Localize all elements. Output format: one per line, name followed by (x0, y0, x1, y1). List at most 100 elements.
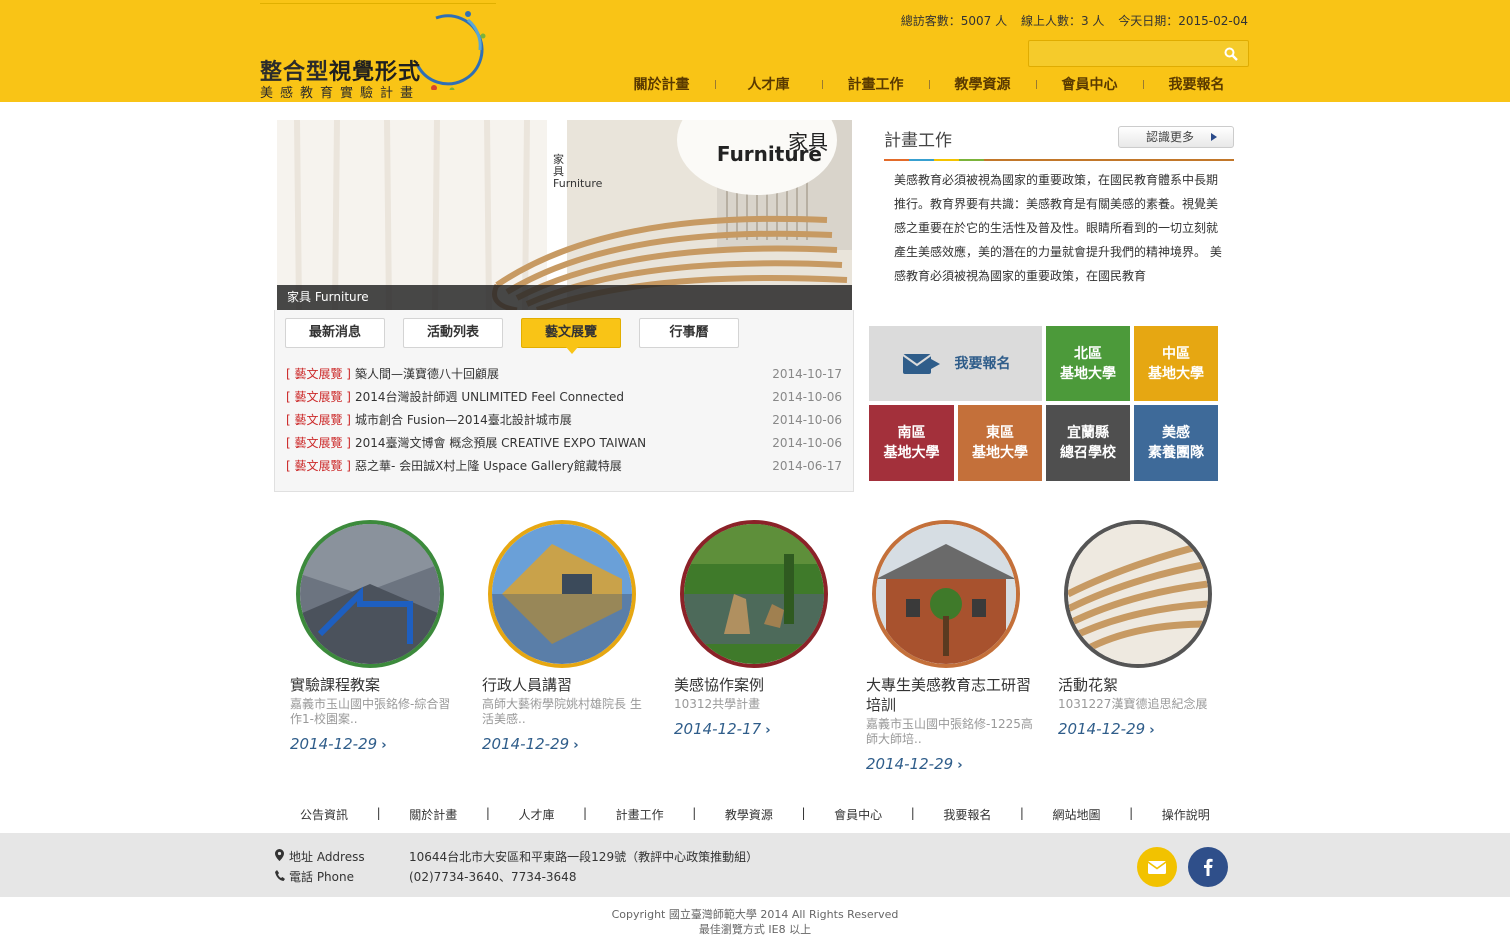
tile-line: 基地大學 (1060, 365, 1116, 382)
list-item[interactable]: [ 藝文展覽 ] 2014臺灣文博會 概念預展 CREATIVE EXPO TA… (286, 432, 842, 455)
card-date-link[interactable]: 2014-12-29 › (290, 735, 460, 753)
news-panel: 最新消息 活動列表 藝文展覽 行事曆 [ 藝文展覽 ] 築人間—漢寶德八十回顧展… (274, 310, 854, 492)
footer-link-signup[interactable]: 我要報名 (943, 806, 991, 823)
card-title[interactable]: 實驗課程教案 (290, 675, 460, 695)
card-admin-training: 行政人員講習 高師大藝術學院姚村雄院長 生活美感.. 2014-12-29 › (482, 520, 652, 753)
browser-note: 最佳瀏覽方式 IE8 以上 (698, 923, 812, 936)
list-item[interactable]: [ 藝文展覽 ] 築人間—漢寶德八十回顧展 2014-10-17 (286, 363, 842, 386)
footer-link-members[interactable]: 會員中心 (834, 806, 882, 823)
footer-link-resources[interactable]: 教學資源 (725, 806, 773, 823)
phone-row: 電話 Phone (02)7734-3640、7734-3648 (275, 868, 576, 885)
tile-line: 北區 (1074, 345, 1102, 362)
chevron-right-icon: › (573, 738, 579, 753)
card-image[interactable] (1064, 520, 1212, 668)
slide-caption: 家具 Furniture (277, 285, 852, 310)
card-image[interactable] (680, 520, 828, 668)
news-title[interactable]: 2014台灣設計師週 UNLIMITED Feel Connected (355, 386, 772, 409)
card-date-link[interactable]: 2014-12-29 › (1058, 720, 1228, 738)
news-tag: [ 藝文展覽 ] (286, 367, 351, 381)
chevron-right-icon: › (957, 758, 963, 773)
card-image[interactable] (296, 520, 444, 668)
footer-info: 地址 Address 10644台北市大安區和平東路一段129號（教評中心政策推動… (0, 833, 1510, 897)
nav-plan-work[interactable]: 計畫工作 (822, 74, 929, 96)
footer-link-about[interactable]: 關於計畫 (409, 806, 457, 823)
news-title[interactable]: 城市創合 Fusion—2014臺北設計城市展 (355, 409, 772, 432)
footer-link-plan-work[interactable]: 計畫工作 (616, 806, 664, 823)
tile-line: 中區 (1162, 345, 1190, 362)
news-date: 2014-06-17 (772, 459, 842, 473)
news-tag: [ 藝文展覽 ] (286, 459, 351, 473)
search-input[interactable] (1029, 41, 1209, 66)
learn-more-label: 認識更多 (1146, 130, 1195, 144)
news-date: 2014-10-17 (772, 367, 842, 381)
divider-accent (884, 159, 984, 161)
tab-calendar[interactable]: 行事曆 (639, 318, 739, 348)
tile-east-university[interactable]: 東區 基地大學 (958, 405, 1042, 481)
tile-yilan-school[interactable]: 宜蘭縣 總召學校 (1046, 405, 1130, 481)
tile-north-university[interactable]: 北區 基地大學 (1046, 326, 1130, 401)
copyright: Copyright 國立臺灣師範大學 2014 All Rights Reser… (0, 907, 1510, 937)
card-volunteer-training: 大專生美感教育志工研習培訓 嘉義市玉山國中張銘修-1225高師大師培.. 201… (866, 520, 1036, 773)
footer-link-help[interactable]: 操作說明 (1162, 806, 1210, 823)
card-image[interactable] (488, 520, 636, 668)
card-collaboration: 美感協作案例 10312共學計畫 2014-12-17 › (674, 520, 844, 738)
news-title[interactable]: 2014臺灣文博會 概念預展 CREATIVE EXPO TAIWAN (355, 432, 772, 455)
nav-members[interactable]: 會員中心 (1036, 74, 1143, 96)
list-item[interactable]: [ 藝文展覽 ] 2014台灣設計師週 UNLIMITED Feel Conne… (286, 386, 842, 409)
tile-line: 基地大學 (1148, 365, 1204, 382)
hero-slider[interactable]: 家具 Furniture 家具 Furniture 家具 Furniture (277, 120, 852, 310)
news-tag: [ 藝文展覽 ] (286, 390, 351, 404)
tile-central-university[interactable]: 中區 基地大學 (1134, 326, 1218, 401)
search-icon[interactable] (1214, 41, 1248, 66)
list-item[interactable]: [ 藝文展覽 ] 城市創合 Fusion—2014臺北設計城市展 2014-10… (286, 409, 842, 432)
tile-aesthetic-team[interactable]: 美感 素養團隊 (1134, 405, 1218, 481)
chevron-right-icon: › (381, 738, 387, 753)
footer-separator: | (910, 806, 915, 820)
learn-more-button[interactable]: 認識更多 (1118, 126, 1234, 148)
card-title[interactable]: 美感協作案例 (674, 675, 844, 695)
signup-tile[interactable]: 我要報名 (869, 326, 1042, 401)
card-date-link[interactable]: 2014-12-17 › (674, 720, 844, 738)
card-title[interactable]: 行政人員講習 (482, 675, 652, 695)
card-title[interactable]: 活動花絮 (1058, 675, 1228, 695)
card-curriculum: 實驗課程教案 嘉義市玉山國中張銘修-綜合習作1-校園案.. 2014-12-29… (290, 520, 460, 753)
news-title[interactable]: 築人間—漢寶德八十回顧展 (355, 363, 772, 386)
address-label: 地址 Address (289, 850, 365, 864)
list-item[interactable]: [ 藝文展覽 ] 惡之華- 会田誠X村上隆 Uspace Gallery館藏特展… (286, 455, 842, 478)
card-title[interactable]: 大專生美感教育志工研習培訓 (866, 675, 1036, 715)
arrow-right-icon (1211, 133, 1217, 141)
card-date-link[interactable]: 2014-12-29 › (482, 735, 652, 753)
tile-line: 南區 (897, 425, 926, 441)
link-tiles: 我要報名 北區 基地大學 中區 基地大學 南區 基地大學 東區 基地大學 宜蘭縣 總召學校… (869, 326, 1219, 481)
tab-events[interactable]: 活動列表 (403, 318, 503, 348)
footer-link-announcements[interactable]: 公告資訊 (300, 806, 348, 823)
tile-line: 素養團隊 (1148, 445, 1204, 461)
footer-separator: | (801, 806, 806, 820)
nav-signup[interactable]: 我要報名 (1143, 74, 1250, 96)
card-image[interactable] (872, 520, 1020, 668)
nav-resources[interactable]: 教學資源 (929, 74, 1036, 96)
phone-icon (275, 870, 289, 884)
mail-send-icon (901, 353, 940, 374)
nav-about[interactable]: 關於計畫 (608, 74, 715, 96)
facebook-button[interactable] (1188, 847, 1228, 887)
tile-south-university[interactable]: 南區 基地大學 (869, 405, 954, 481)
site-logo[interactable]: 整合型視覺形式 美感教育實驗計畫 (258, 3, 498, 101)
news-tabs: 最新消息 活動列表 藝文展覽 行事曆 (285, 318, 739, 354)
card-date-link[interactable]: 2014-12-29 › (866, 755, 1036, 773)
footer-link-talent[interactable]: 人才庫 (518, 806, 554, 823)
card-description: 高師大藝術學院姚村雄院長 生活美感.. (482, 697, 642, 726)
card-date: 2014-12-29 (1058, 720, 1146, 738)
nav-divider (929, 80, 930, 89)
tab-exhibitions[interactable]: 藝文展覽 (521, 318, 621, 354)
phone-value: (02)7734-3640、7734-3648 (409, 870, 577, 884)
nav-talent[interactable]: 人才庫 (715, 74, 822, 96)
card-description: 嘉義市玉山國中張銘修-綜合習作1-校園案.. (290, 697, 451, 726)
tab-latest-news[interactable]: 最新消息 (285, 318, 385, 348)
site-header: 整合型視覺形式 美感教育實驗計畫 總訪客數：5007 人 線上人數：3 人 今天… (0, 0, 1510, 102)
email-button[interactable] (1137, 847, 1177, 887)
news-title[interactable]: 惡之華- 会田誠X村上隆 Uspace Gallery館藏特展 (355, 455, 772, 478)
footer-link-sitemap[interactable]: 網站地圖 (1053, 806, 1101, 823)
footer-nav: 公告資訊 | 關於計畫 | 人才庫 | 計畫工作 | 教學資源 | 會員中心 | 我要報名 |… (300, 806, 1210, 823)
nav-divider (715, 80, 716, 89)
